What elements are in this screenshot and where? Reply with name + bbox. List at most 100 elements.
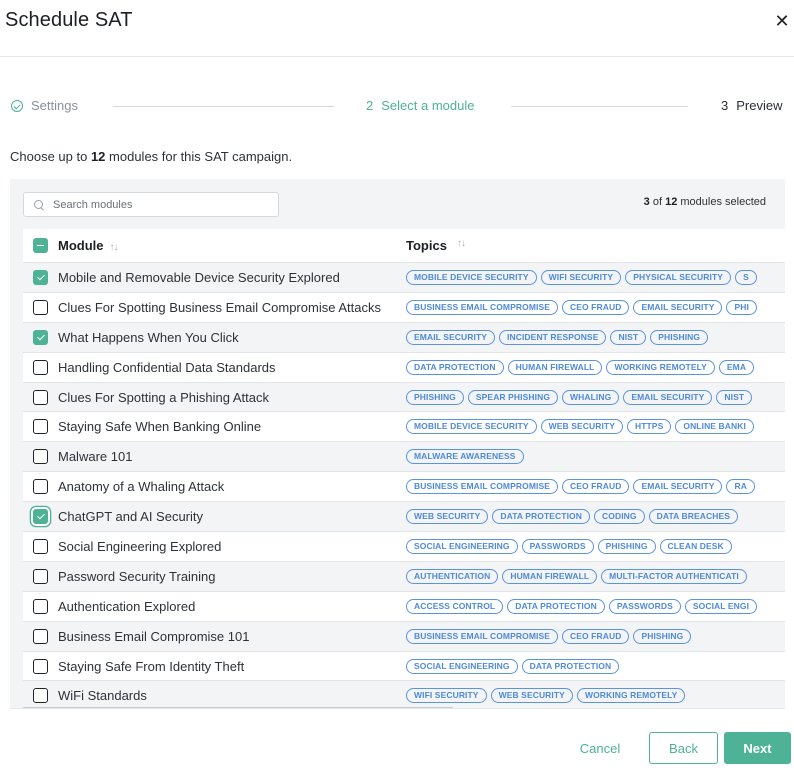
step-settings[interactable]: Settings <box>11 97 78 115</box>
row-checkbox[interactable] <box>33 598 48 614</box>
topic-tag: AUTHENTICATION <box>406 568 499 584</box>
module-name: Clues For Spotting Business Email Compro… <box>58 299 381 315</box>
topic-tag: PHI <box>726 299 757 315</box>
topics-list: SOCIAL ENGINEERING PASSWORDS PHISHING CLEAN… <box>406 538 785 554</box>
topic-tag: EMAIL SECURITY <box>406 329 496 345</box>
table-row[interactable]: Social Engineering Explored SOCIAL ENGINE… <box>23 531 785 561</box>
topic-tag: HUMAN FIREWALL <box>502 568 598 584</box>
topic-tag: WIFI SECURITY <box>540 269 622 285</box>
row-checkbox[interactable] <box>33 449 48 465</box>
row-checkbox[interactable] <box>33 658 48 674</box>
back-button[interactable]: Back <box>649 732 718 764</box>
topic-tag: DATA PROTECTION <box>521 658 620 674</box>
topic-tag: MALWARE AWARENESS <box>406 449 524 465</box>
table-row[interactable]: What Happens When You Click EMAIL SECURIT… <box>23 321 785 352</box>
topics-list: MOBILE DEVICE SECURITY WIFI SECURITY PHYSI… <box>406 269 785 285</box>
step-label: Preview <box>736 98 783 113</box>
stepper: Settings 2 Select a module 3 Preview <box>0 97 794 115</box>
topic-tag: WEB SECURITY <box>490 688 573 704</box>
row-checkbox[interactable] <box>33 628 48 644</box>
row-checkbox[interactable] <box>33 688 48 704</box>
module-name: Mobile and Removable Device Security Exp… <box>58 269 340 285</box>
topic-tag: WEB SECURITY <box>540 419 623 435</box>
column-header-topics[interactable]: Topics ↑↓ <box>406 238 785 253</box>
topic-tag: DATA PROTECTION <box>406 359 504 375</box>
close-icon[interactable]: ✕ <box>773 12 791 30</box>
dialog-header: Schedule SAT ✕ <box>0 0 794 57</box>
topic-tag: EMAIL SECURITY <box>623 389 713 405</box>
topic-tag: PHISHING <box>633 628 692 644</box>
step-label: Settings <box>31 98 78 113</box>
topic-tag: CODING <box>594 509 645 525</box>
table-row[interactable]: Mobile and Removable Device Security Exp… <box>23 262 785 292</box>
check-circle-icon <box>11 100 23 112</box>
table-row[interactable]: Clues For Spotting Business Email Compro… <box>23 291 785 322</box>
module-panel: 3 of 12 modules selected Module ↑↓ Topics… <box>10 179 785 709</box>
topic-tag: CEO FRAUD <box>562 628 630 644</box>
topics-list: ACCESS CONTROL DATA PROTECTION PASSWORDS SO… <box>406 598 785 614</box>
topic-tag: CEO FRAUD <box>562 479 630 495</box>
search-icon <box>34 199 44 210</box>
selection-suffix: modules selected <box>677 196 766 208</box>
table-row[interactable]: Malware 101 MALWARE AWARENESS <box>23 441 785 472</box>
table-header: Module ↑↓ Topics ↑↓ <box>23 229 785 262</box>
instructions-text: Choose up to 12 modules for this SAT cam… <box>10 149 292 164</box>
row-checkbox[interactable] <box>33 299 48 315</box>
topic-tag: WIFI SECURITY <box>406 688 487 704</box>
row-checkbox[interactable] <box>33 329 48 345</box>
table-row[interactable]: Authentication Explored ACCESS CONTROL DAT… <box>23 590 785 621</box>
cancel-button[interactable]: Cancel <box>570 732 630 764</box>
topic-tag: DATA PROTECTION <box>507 598 605 614</box>
select-all-checkbox[interactable] <box>33 238 48 253</box>
search-box[interactable] <box>23 192 279 217</box>
topic-tag: HUMAN FIREWALL <box>507 359 603 375</box>
table-row[interactable]: Handling Confidential Data Standards DATA… <box>23 351 785 382</box>
total-count: 12 <box>665 196 678 208</box>
topic-tag: BUSINESS EMAIL COMPROMISE <box>406 479 558 495</box>
row-checkbox[interactable] <box>33 479 48 495</box>
next-button[interactable]: Next <box>724 732 791 764</box>
column-label: Topics <box>406 238 447 253</box>
sort-icon[interactable]: ↑↓ <box>457 238 466 253</box>
topic-tag: RA <box>726 479 755 495</box>
topics-list: PHISHING SPEAR PHISHING WHALING EMAIL SECUR… <box>406 389 785 405</box>
table-row[interactable]: Password Security Training AUTHENTICATION… <box>23 560 785 591</box>
table-row[interactable]: Staying Safe From Identity Theft SOCIAL E… <box>23 650 785 681</box>
sort-icon[interactable]: ↑↓ <box>110 242 119 253</box>
topic-tag: CLEAN DESK <box>659 538 732 554</box>
of-text: of <box>649 196 666 208</box>
topics-list: WEB SECURITY DATA PROTECTION CODING DATA BR… <box>406 509 785 525</box>
topic-tag: NIST <box>610 329 647 345</box>
row-checkbox[interactable] <box>33 538 48 554</box>
row-checkbox[interactable] <box>33 419 48 435</box>
table-row[interactable]: WiFi Standards WIFI SECURITY WEB SECURITY W… <box>23 680 785 709</box>
selection-count: 3 of 12 modules selected <box>644 196 766 208</box>
table-row[interactable]: Business Email Compromise 101 BUSINESS EM… <box>23 620 785 651</box>
table-row[interactable]: ChatGPT and AI Security WEB SECURITY DATA … <box>23 501 785 532</box>
topics-list: BUSINESS EMAIL COMPROMISE CEO FRAUD EMAIL … <box>406 479 785 495</box>
row-checkbox[interactable] <box>33 359 48 375</box>
row-checkbox[interactable] <box>33 389 48 405</box>
topic-tag: PASSWORDS <box>521 538 594 554</box>
row-checkbox[interactable] <box>33 509 48 525</box>
topics-list: MOBILE DEVICE SECURITY WEB SECURITY HTTPS O… <box>406 419 785 435</box>
topic-tag: CEO FRAUD <box>562 299 630 315</box>
intro-prefix: Choose up to <box>10 149 91 164</box>
table-row[interactable]: Anatomy of a Whaling Attack BUSINESS EMAI… <box>23 471 785 502</box>
module-name: Authentication Explored <box>58 598 196 614</box>
step-divider <box>113 106 334 107</box>
row-checkbox[interactable] <box>33 269 48 285</box>
table-row[interactable]: Clues For Spotting a Phishing Attack PHIS… <box>23 381 785 412</box>
max-modules: 12 <box>90 149 106 164</box>
module-name: Social Engineering Explored <box>58 538 222 554</box>
topic-tag: EMAIL SECURITY <box>633 299 723 315</box>
table-row[interactable]: Staying Safe When Banking Online MOBILE D… <box>23 411 785 442</box>
row-checkbox[interactable] <box>33 568 48 584</box>
search-input[interactable] <box>53 198 253 211</box>
step-preview: 3 Preview <box>721 97 782 115</box>
topic-tag: BUSINESS EMAIL COMPROMISE <box>406 299 558 315</box>
topics-list: SOCIAL ENGINEERING DATA PROTECTION <box>406 658 785 674</box>
column-header-module[interactable]: Module ↑↓ <box>58 238 406 253</box>
step-number: 2 <box>366 98 374 113</box>
topics-list: MALWARE AWARENESS <box>406 449 785 465</box>
